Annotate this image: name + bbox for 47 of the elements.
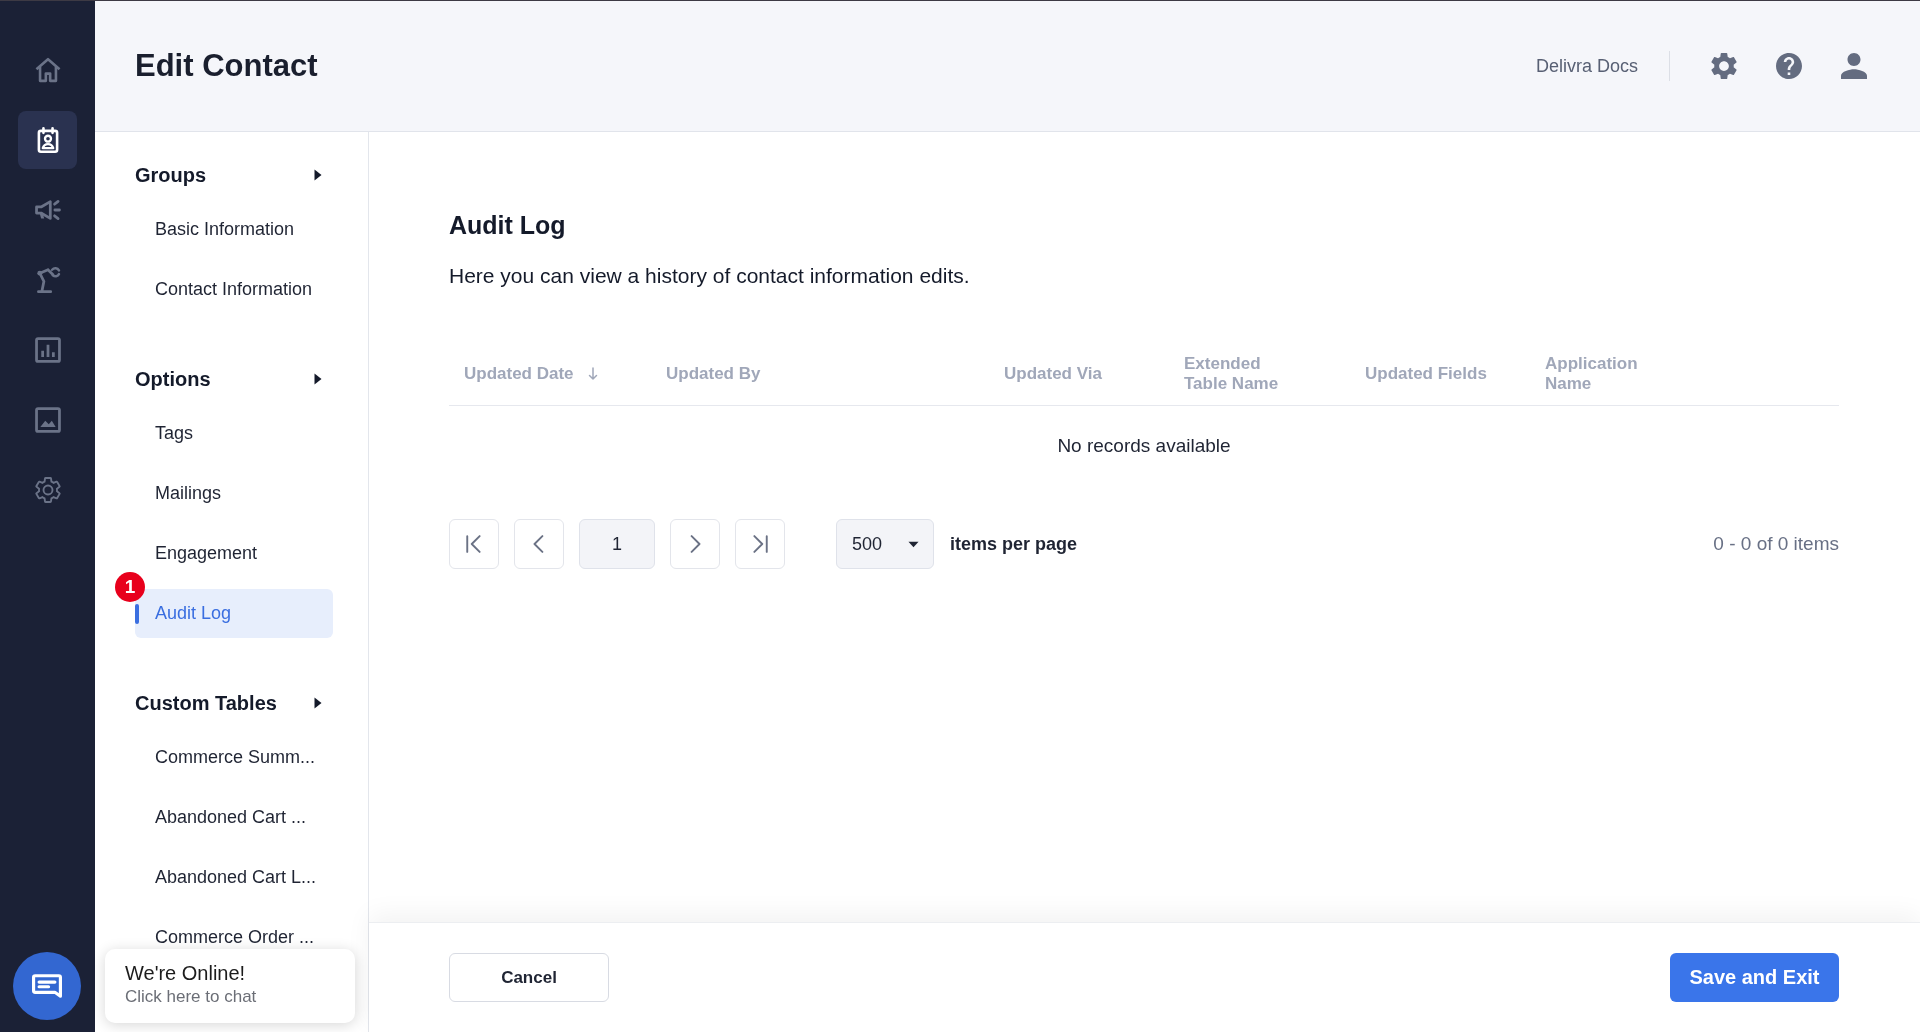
last-page-icon (751, 535, 769, 553)
robot-arm-icon (34, 267, 61, 293)
sidebar-item[interactable]: Abandoned Cart ... (135, 793, 333, 842)
page-number-button[interactable]: 1 (579, 519, 655, 569)
nav-item[interactable] (18, 111, 77, 169)
caret-icon[interactable] (314, 169, 322, 181)
last-page-button[interactable] (735, 519, 785, 569)
first-page-button[interactable] (449, 519, 499, 569)
page-title: Edit Contact (135, 48, 318, 84)
sort-arrow-icon (587, 367, 598, 381)
chat-popup[interactable]: We're Online! Click here to chat (105, 949, 355, 1023)
sidebar-item[interactable]: Commerce Summ... (135, 733, 333, 782)
chat-subtitle: Click here to chat (125, 987, 257, 1007)
section-title: Custom Tables (135, 691, 277, 715)
help-icon[interactable] (1776, 53, 1802, 79)
gear-icon (34, 477, 61, 503)
page-size-label: items per page (950, 533, 1078, 555)
dropdown-caret-icon (908, 540, 919, 548)
sidebar-item[interactable]: Mailings (135, 469, 333, 518)
sidebar-item[interactable]: Audit Log (135, 589, 333, 638)
page-size-select[interactable]: 500 (836, 519, 934, 569)
section-title: Options (135, 367, 211, 391)
docs-link[interactable]: Delivra Docs (1535, 55, 1638, 77)
sidebar-item[interactable]: Abandoned Cart L... (135, 853, 333, 902)
home-icon (34, 57, 61, 83)
section-title: Groups (135, 163, 207, 187)
chat-icon (32, 974, 62, 998)
selection-indicator (135, 604, 139, 624)
chat-title: We're Online! (125, 961, 246, 985)
item-count-text: 0 - 0 of 0 items (1713, 533, 1839, 555)
section-heading: Audit Log (449, 210, 566, 240)
save-exit-button[interactable]: Save and Exit (1670, 953, 1839, 1002)
caret-icon[interactable] (314, 373, 322, 385)
settings-icon[interactable] (1711, 53, 1737, 79)
user-icon[interactable] (1841, 53, 1867, 79)
sidebar-item[interactable]: Tags (135, 409, 333, 458)
empty-message: No records available (1057, 435, 1231, 457)
caret-icon[interactable] (314, 697, 322, 709)
bar-chart-icon (34, 337, 61, 363)
megaphone-icon (34, 197, 61, 223)
sidebar-item[interactable]: Contact Information (135, 265, 333, 314)
description-text: Here you can view a history of contact information edits. (449, 263, 970, 289)
image-icon (34, 407, 61, 433)
first-page-icon (465, 535, 483, 553)
notification-badge: 1 (115, 572, 145, 602)
cancel-button[interactable]: Cancel (449, 953, 609, 1002)
sidebar-item[interactable]: Basic Information (135, 205, 333, 254)
